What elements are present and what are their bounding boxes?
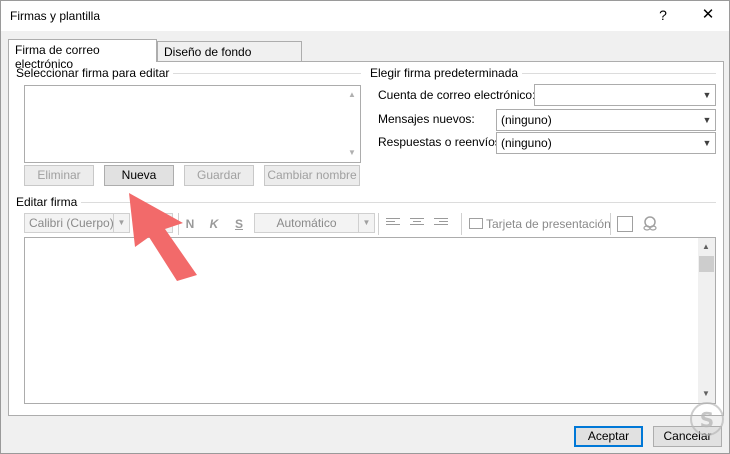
watermark-logo: S	[690, 402, 724, 436]
align-center-icon[interactable]	[410, 218, 424, 230]
rename-button[interactable]: Cambiar nombre	[264, 165, 360, 186]
scroll-up-icon[interactable]: ▲	[698, 240, 714, 254]
ok-button[interactable]: Aceptar	[574, 426, 643, 447]
default-signature-label: Elegir firma predeterminada	[370, 66, 523, 80]
scroll-thumb[interactable]	[699, 256, 714, 272]
font-value: Calibri (Cuerpo)	[29, 216, 114, 230]
close-button[interactable]: ✕	[695, 5, 721, 27]
title-bar: Firmas y plantilla ? ✕	[1, 1, 729, 31]
business-card-label: Tarjeta de presentación	[486, 217, 611, 231]
signature-list-scrollbar[interactable]: ▲ ▼	[344, 86, 360, 162]
toolbar-separator	[378, 213, 379, 235]
align-right-icon[interactable]	[434, 218, 448, 230]
group-divider	[151, 73, 361, 74]
replies-label: Respuestas o reenvíos:	[378, 135, 505, 149]
insert-hyperlink-icon[interactable]	[642, 216, 658, 232]
delete-button[interactable]: Eliminar	[24, 165, 94, 186]
toolbar-separator	[461, 213, 462, 235]
chevron-down-icon: ▼	[698, 110, 715, 130]
tab-personal-stationery[interactable]: Diseño de fondo personal	[157, 41, 302, 73]
editor-scrollbar[interactable]: ▲ ▼	[698, 238, 715, 403]
new-messages-value: (ninguno)	[501, 113, 552, 127]
business-card-button[interactable]: Tarjeta de presentación	[469, 215, 611, 233]
signatures-dialog: Firmas y plantilla ? ✕ Firma de correo e…	[0, 0, 730, 454]
edit-signature-label: Editar firma	[16, 195, 82, 209]
scroll-up-icon[interactable]: ▲	[344, 88, 360, 102]
account-label: Cuenta de correo electrónico:	[378, 88, 536, 102]
insert-picture-icon[interactable]	[617, 216, 633, 232]
help-button[interactable]: ?	[653, 7, 673, 25]
tab-email-signature[interactable]: Firma de correo electrónico	[8, 39, 157, 71]
align-left-icon[interactable]	[386, 218, 400, 230]
font-color-select[interactable]: Automático ▼	[254, 213, 375, 233]
new-messages-label: Mensajes nuevos:	[378, 112, 475, 126]
new-messages-select[interactable]: (ninguno) ▼	[496, 109, 716, 131]
font-color-value: Automático	[276, 216, 337, 230]
group-divider	[505, 73, 716, 74]
window-title: Firmas y plantilla	[10, 9, 101, 23]
pointer-arrow-annotation	[129, 193, 197, 281]
account-select[interactable]: ▼	[534, 84, 716, 106]
chevron-down-icon: ▼	[698, 133, 715, 153]
business-card-icon	[469, 218, 483, 229]
chevron-down-icon: ▼	[358, 214, 374, 232]
svg-text:S: S	[700, 408, 714, 432]
underline-button[interactable]: S	[230, 215, 248, 233]
toolbar-separator	[610, 213, 611, 235]
replies-value: (ninguno)	[501, 136, 552, 150]
signature-list[interactable]: ▲ ▼	[24, 85, 361, 163]
chevron-down-icon: ▼	[698, 85, 715, 105]
scroll-down-icon[interactable]: ▼	[344, 146, 360, 160]
replies-select[interactable]: (ninguno) ▼	[496, 132, 716, 154]
